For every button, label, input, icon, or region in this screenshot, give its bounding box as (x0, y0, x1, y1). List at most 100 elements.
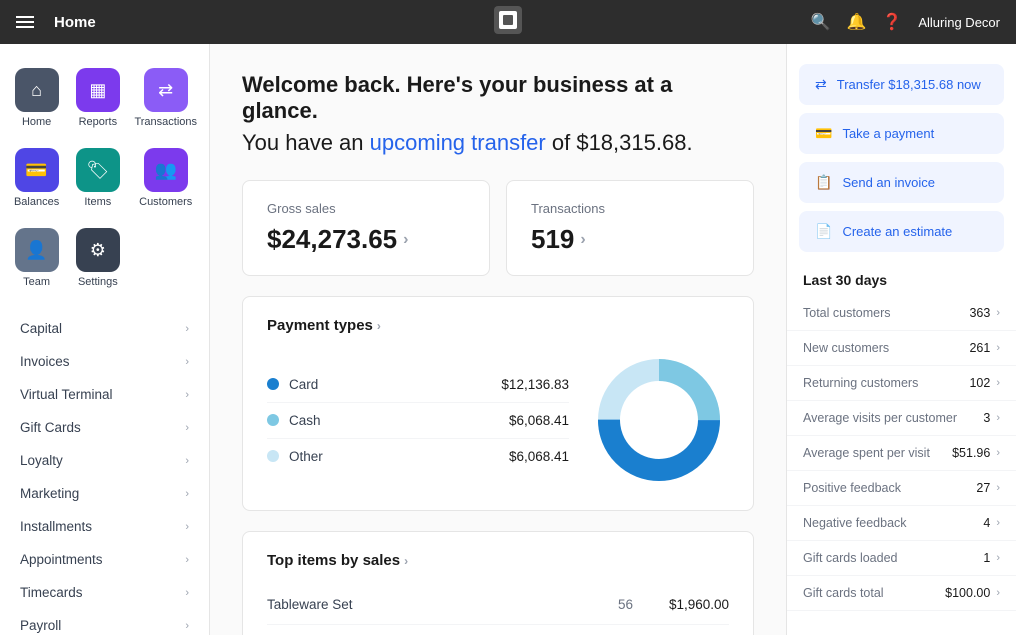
sidebar-nav-label-marketing: Marketing (20, 486, 79, 501)
stat-label-avg-visits: Average visits per customer (803, 411, 983, 425)
payment-types-content: Card $12,136.83 Cash $6,068.41 Other $6,… (267, 350, 729, 490)
payment-types-card: Payment types › Card $12,136.83 Cash $6,… (242, 296, 754, 511)
sidebar-icon-label-home: Home (22, 116, 51, 128)
stat-row-gift-cards-loaded[interactable]: Gift cards loaded 1 › (787, 541, 1016, 576)
sidebar-item-capital[interactable]: Capital› (0, 312, 209, 345)
stat-row-avg-visits[interactable]: Average visits per customer 3 › (787, 401, 1016, 436)
payment-row-other: Other $6,068.41 (267, 439, 569, 474)
stat-row-gift-cards-total[interactable]: Gift cards total $100.00 › (787, 576, 1016, 611)
create-estimate-icon: 📄 (815, 223, 832, 240)
sidebar-item-appointments[interactable]: Appointments› (0, 543, 209, 576)
help-icon[interactable]: ❓ (882, 12, 902, 32)
bell-icon[interactable]: 🔔 (847, 12, 867, 32)
transactions-card[interactable]: Transactions 519 › (506, 180, 754, 276)
search-icon[interactable]: 🔍 (811, 12, 831, 32)
sidebar-nav-chevron-invoices: › (185, 356, 189, 368)
sidebar-icon-items[interactable]: 🏷Items (69, 140, 126, 216)
transactions-value: 519 › (531, 224, 729, 255)
stat-chevron-returning-customers: › (996, 377, 1000, 389)
stat-row-returning-customers[interactable]: Returning customers 102 › (787, 366, 1016, 401)
stat-value-negative-feedback: 4 (983, 516, 990, 530)
sidebar-nav-label-payroll: Payroll (20, 618, 61, 633)
items-icon: 🏷 (76, 148, 120, 192)
table-row[interactable]: Drinking Glasses 37 $1,665.00 (267, 625, 729, 635)
stat-chevron-gift-cards-total: › (996, 587, 1000, 599)
payment-name: Card (289, 377, 491, 392)
top-items-chevron: › (404, 554, 408, 568)
sidebar-nav-label-timecards: Timecards (20, 585, 83, 600)
sidebar-nav-label-installments: Installments (20, 519, 92, 534)
home-icon: ⌂ (15, 68, 59, 112)
stat-value-avg-spent: $51.96 (952, 446, 990, 460)
stat-value-total-customers: 363 (969, 306, 990, 320)
sidebar-icon-label-settings: Settings (78, 276, 118, 288)
payment-dot-other (267, 450, 279, 462)
sidebar-nav-chevron-payroll: › (185, 620, 189, 632)
donut-chart (589, 350, 729, 490)
sidebar-icon-team[interactable]: 👤Team (8, 220, 65, 296)
action-take-payment[interactable]: 💳Take a payment (799, 113, 1004, 154)
sidebar-nav-chevron-installments: › (185, 521, 189, 533)
action-transfer[interactable]: ⇄Transfer $18,315.68 now (799, 64, 1004, 105)
payment-dot-card (267, 378, 279, 390)
payment-types-chevron: › (377, 319, 381, 333)
stat-chevron-negative-feedback: › (996, 517, 1000, 529)
menu-icon[interactable] (16, 16, 34, 28)
sidebar-icon-home[interactable]: ⌂ Home (8, 60, 65, 136)
stat-label-gift-cards-total: Gift cards total (803, 586, 945, 600)
create-estimate-label: Create an estimate (842, 224, 952, 239)
sidebar-item-payroll[interactable]: Payroll › (0, 609, 209, 635)
sidebar-item-marketing[interactable]: Marketing › (0, 477, 209, 510)
sidebar-icon-customers[interactable]: 👥Customers (130, 140, 201, 216)
stat-value-gift-cards-total: $100.00 (945, 586, 990, 600)
sidebar-item-installments[interactable]: Installments › (0, 510, 209, 543)
table-row[interactable]: Tableware Set 56 $1,960.00 (267, 585, 729, 625)
stat-value-positive-feedback: 27 (976, 481, 990, 495)
stat-row-avg-spent[interactable]: Average spent per visit $51.96 › (787, 436, 1016, 471)
last30-rows: Total customers 363 › New customers 261 … (787, 296, 1016, 611)
sidebar-item-invoices[interactable]: Invoices › (0, 345, 209, 378)
stat-row-positive-feedback[interactable]: Positive feedback 27 › (787, 471, 1016, 506)
item-amount: $1,960.00 (649, 597, 729, 612)
stat-chevron-positive-feedback: › (996, 482, 1000, 494)
stat-label-avg-spent: Average spent per visit (803, 446, 952, 460)
sidebar-nav-label-virtual-terminal: Virtual Terminal (20, 387, 113, 402)
sidebar-nav-label-loyalty: Loyalty (20, 453, 63, 468)
topbar: Home 🔍 🔔 ❓ Alluring Decor (0, 0, 1016, 44)
reports-icon: ▦ (76, 68, 120, 112)
transactions-arrow: › (580, 231, 585, 249)
action-create-estimate[interactable]: 📄 Create an estimate (799, 211, 1004, 252)
action-send-invoice[interactable]: 📋Send an invoice (799, 162, 1004, 203)
sidebar-nav-chevron-marketing: › (185, 488, 189, 500)
welcome-subheading: You have an upcoming transfer of $18,315… (242, 130, 754, 156)
sidebar-nav-chevron-loyalty: › (185, 455, 189, 467)
sidebar-item-timecards[interactable]: Timecards› (0, 576, 209, 609)
sidebar-icon-transactions[interactable]: ⇄Transactions (130, 60, 201, 136)
sidebar-nav-chevron-virtual-terminal: › (185, 389, 189, 401)
upcoming-transfer-link[interactable]: upcoming transfer (370, 130, 546, 155)
main-content: Welcome back. Here's your business at a … (210, 44, 786, 635)
stat-row-new-customers[interactable]: New customers 261 › (787, 331, 1016, 366)
stat-row-total-customers[interactable]: Total customers 363 › (787, 296, 1016, 331)
stat-label-new-customers: New customers (803, 341, 969, 355)
stat-row-negative-feedback[interactable]: Negative feedback 4 › (787, 506, 1016, 541)
sidebar-item-loyalty[interactable]: Loyalty › (0, 444, 209, 477)
sidebar-icon-reports[interactable]: ▦ Reports (69, 60, 126, 136)
gross-sales-label: Gross sales (267, 201, 465, 216)
sidebar-icon-grid: ⌂ Home ▦ Reports ⇄Transactions 💳 Balances 🏷Item… (0, 44, 209, 304)
sidebar-nav-label-invoices: Invoices (20, 354, 70, 369)
payment-name: Cash (289, 413, 499, 428)
sidebar-item-virtual-terminal[interactable]: Virtual Terminal › (0, 378, 209, 411)
stat-chevron-new-customers: › (996, 342, 1000, 354)
take-payment-label: Take a payment (842, 126, 934, 141)
topbar-actions: 🔍 🔔 ❓ Alluring Decor (811, 12, 1000, 32)
sidebar-icon-label-balances: Balances (14, 196, 59, 208)
sidebar-icon-settings[interactable]: ⚙Settings (69, 220, 126, 296)
sidebar-icon-balances[interactable]: 💳 Balances (8, 140, 65, 216)
user-name[interactable]: Alluring Decor (918, 15, 1000, 30)
balances-icon: 💳 (15, 148, 59, 192)
payment-types-title: Payment types › (267, 317, 729, 334)
sidebar-icon-label-reports: Reports (79, 116, 118, 128)
sidebar-item-gift-cards[interactable]: Gift Cards› (0, 411, 209, 444)
gross-sales-card[interactable]: Gross sales $24,273.65 › (242, 180, 490, 276)
